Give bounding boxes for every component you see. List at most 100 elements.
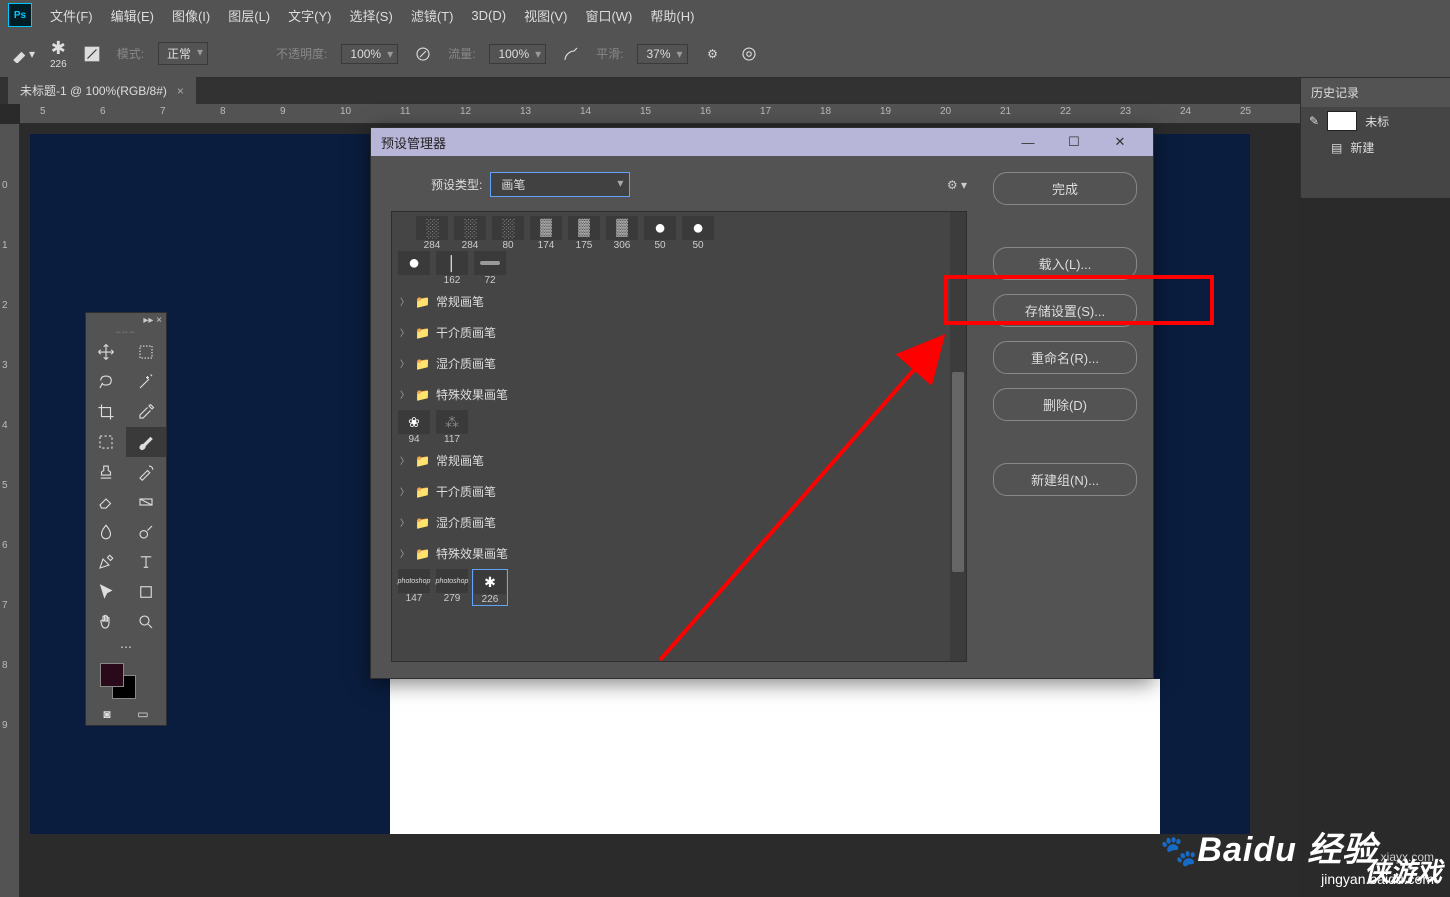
lasso-tool[interactable]	[86, 367, 126, 397]
history-panel: 历史记录 ✎ 未标 ▤ 新建	[1300, 78, 1450, 198]
history-step-row[interactable]: ▤ 新建	[1301, 135, 1450, 160]
brush-preset-item[interactable]: ●50	[680, 216, 716, 251]
toolbox-collapse-icon[interactable]: ▸▸	[143, 315, 153, 326]
delete-button[interactable]: 删除(D)	[993, 388, 1137, 421]
save-set-button[interactable]: 存储设置(S)...	[993, 294, 1137, 327]
edit-toolbar-icon[interactable]: ⋯	[86, 637, 166, 657]
history-brush-tool[interactable]	[126, 457, 166, 487]
menu-edit[interactable]: 编辑(E)	[111, 6, 154, 25]
dialog-titlebar[interactable]: 预设管理器 — ☐ ✕	[371, 128, 1153, 156]
menu-select[interactable]: 选择(S)	[349, 6, 392, 25]
brush-folder[interactable]: 〉📁湿介质画笔	[396, 348, 962, 379]
document-tab-title: 未标题-1 @ 100%(RGB/8#)	[20, 82, 167, 99]
brush-folder[interactable]: 〉📁干介质画笔	[396, 317, 962, 348]
brush-folder[interactable]: 〉📁特殊效果画笔	[396, 379, 962, 410]
brush-preset-item[interactable]: ●50	[642, 216, 678, 251]
crop-tool[interactable]	[86, 397, 126, 427]
preset-scrollbar[interactable]	[950, 212, 966, 661]
menu-help[interactable]: 帮助(H)	[650, 6, 694, 25]
symmetry-icon[interactable]	[738, 43, 760, 65]
menu-view[interactable]: 视图(V)	[524, 6, 567, 25]
dialog-title: 预设管理器	[381, 133, 446, 152]
pressure-opacity-icon[interactable]	[412, 43, 434, 65]
hand-tool[interactable]	[86, 607, 126, 637]
history-panel-title[interactable]: 历史记录	[1301, 78, 1450, 107]
brush-folder[interactable]: 〉📁常规画笔	[396, 445, 962, 476]
document-tabstrip: 未标题-1 @ 100%(RGB/8#) ×	[0, 78, 1450, 104]
quickmask-icon[interactable]: ◙	[103, 707, 110, 721]
menu-image[interactable]: 图像(I)	[172, 6, 210, 25]
type-tool[interactable]	[126, 547, 166, 577]
done-button[interactable]: 完成	[993, 172, 1137, 205]
smooth-input[interactable]: 37%	[637, 44, 687, 64]
color-swatches	[86, 657, 166, 703]
brush-preset-item[interactable]: ⁂117	[434, 410, 470, 445]
load-button[interactable]: 载入(L)...	[993, 247, 1137, 280]
dialog-maximize-button[interactable]: ☐	[1051, 128, 1097, 156]
brush-preset-item[interactable]: photoshop147	[396, 569, 432, 606]
shape-tool[interactable]	[126, 577, 166, 607]
brush-preset-item[interactable]: ▓174	[528, 216, 564, 251]
foreground-swatch[interactable]	[100, 663, 124, 687]
blur-tool[interactable]	[86, 517, 126, 547]
pen-tool[interactable]	[86, 547, 126, 577]
menu-type[interactable]: 文字(Y)	[288, 6, 331, 25]
dodge-tool[interactable]	[126, 517, 166, 547]
opacity-input[interactable]: 100%	[341, 44, 398, 64]
brush-preset-item[interactable]: ▓175	[566, 216, 602, 251]
gradient-tool[interactable]	[126, 487, 166, 517]
flow-input[interactable]: 100%	[489, 44, 546, 64]
brush-folder[interactable]: 〉📁特殊效果画笔	[396, 538, 962, 569]
brush-preset-item[interactable]: 72	[472, 251, 508, 286]
brush-preset-item[interactable]: photoshop279	[434, 569, 470, 606]
eyedrop-tool[interactable]	[126, 397, 166, 427]
document-tab[interactable]: 未标题-1 @ 100%(RGB/8#) ×	[8, 77, 196, 104]
brush-tool[interactable]	[126, 427, 166, 457]
smooth-gear-icon[interactable]: ⚙	[702, 43, 724, 65]
move-tool[interactable]	[86, 337, 126, 367]
dialog-close-button[interactable]: ✕	[1097, 128, 1143, 156]
menu-file[interactable]: 文件(F)	[50, 6, 93, 25]
menu-filter[interactable]: 滤镜(T)	[411, 6, 454, 25]
preset-list[interactable]: ░284░284░80▓174▓175▓306●50●50 ●│16272 〉📁…	[391, 211, 967, 662]
stamp-tool[interactable]	[86, 457, 126, 487]
brush-preset-item[interactable]: ░284	[452, 216, 488, 251]
menu-layer[interactable]: 图层(L)	[228, 6, 270, 25]
new-group-button[interactable]: 新建组(N)...	[993, 463, 1137, 496]
mode-label: 模式:	[117, 45, 144, 62]
history-thumb	[1327, 111, 1357, 131]
brush-preset-item[interactable]: ●	[396, 251, 432, 286]
brush-preset-item[interactable]: ░284	[414, 216, 450, 251]
brush-preset-item[interactable]: ✱226	[472, 569, 508, 606]
brush-panel-icon[interactable]	[81, 43, 103, 65]
toolbox-close-icon[interactable]: ×	[156, 315, 162, 326]
canvas-white-region	[390, 679, 1160, 834]
brush-folder[interactable]: 〉📁干介质画笔	[396, 476, 962, 507]
dialog-minimize-button[interactable]: —	[1005, 128, 1051, 156]
mode-select[interactable]: 正常	[158, 42, 208, 65]
preset-type-select[interactable]: 画笔	[490, 172, 630, 197]
brush-preset-picker[interactable]: ✱ 226	[50, 38, 67, 70]
rename-button[interactable]: 重命名(R)...	[993, 341, 1137, 374]
preset-gear-icon[interactable]: ⚙ ▾	[947, 178, 967, 192]
brush-preset-item[interactable]: │162	[434, 251, 470, 286]
brush-preset-item[interactable]: ▓306	[604, 216, 640, 251]
brush-preset-item[interactable]: ❀94	[396, 410, 432, 445]
history-snapshot-row[interactable]: ✎ 未标	[1301, 107, 1450, 135]
zoom-tool[interactable]	[126, 607, 166, 637]
marquee-tool[interactable]	[86, 427, 126, 457]
airbrush-icon[interactable]	[560, 43, 582, 65]
eraser-tool[interactable]	[86, 487, 126, 517]
tool-current-icon[interactable]: ▾	[10, 41, 36, 67]
menu-3d[interactable]: 3D(D)	[471, 8, 506, 23]
brush-folder[interactable]: 〉📁湿介质画笔	[396, 507, 962, 538]
toolbox-grip[interactable]: ┅┅┅	[86, 327, 166, 337]
brush-folder[interactable]: 〉📁常规画笔	[396, 286, 962, 317]
path-select-tool[interactable]	[86, 577, 126, 607]
brush-preset-item[interactable]: ░80	[490, 216, 526, 251]
wand-tool[interactable]	[126, 367, 166, 397]
document-tab-close[interactable]: ×	[177, 84, 184, 98]
menu-window[interactable]: 窗口(W)	[585, 6, 632, 25]
artboard-tool[interactable]	[126, 337, 166, 367]
screenmode-icon[interactable]: ▭	[137, 707, 148, 721]
